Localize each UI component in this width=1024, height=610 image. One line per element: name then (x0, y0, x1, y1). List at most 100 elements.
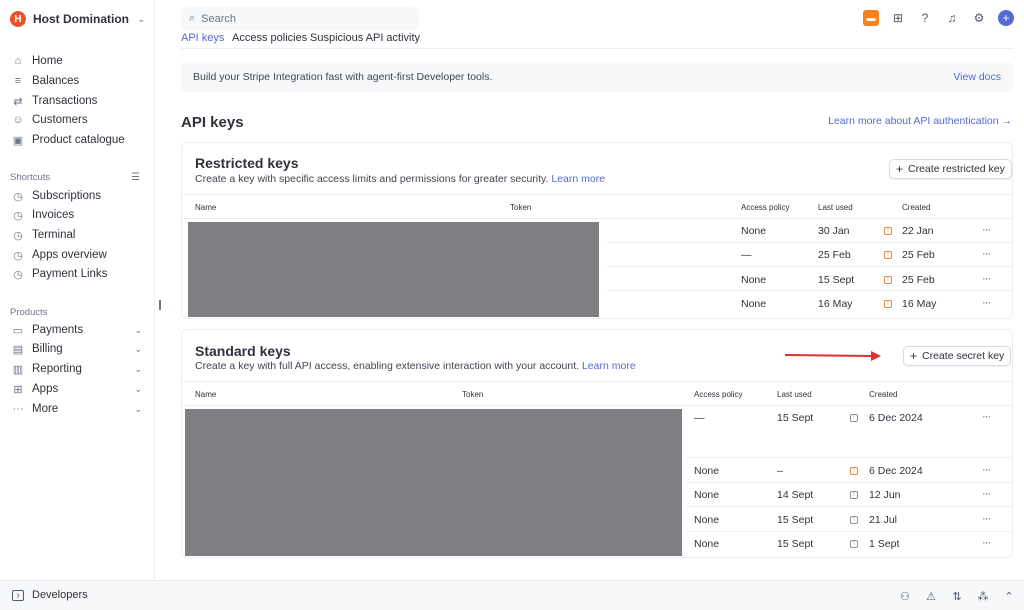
sidebar: H Host Domination ⌄ ⌂ Home ≡ Balances ⇄ … (0, 0, 155, 580)
sidebar-item-payments[interactable]: ▭ Payments ⌄ (12, 321, 142, 339)
developers-toggle[interactable]: › Developers (12, 589, 88, 601)
apps-grid-icon[interactable]: ⊞ (890, 10, 906, 26)
warning-triangle-icon[interactable]: ⚠ (924, 589, 938, 603)
divider (607, 290, 1012, 291)
tab-suspicious-api-activity[interactable]: Suspicious API activity (310, 32, 420, 44)
more-actions-icon[interactable]: ··· (982, 488, 991, 500)
bell-icon[interactable]: ♫ (944, 10, 960, 26)
more-actions-icon[interactable]: ··· (982, 273, 991, 285)
created-date: 6 Dec 2024 (869, 465, 923, 477)
divider (687, 531, 1012, 532)
tab-api-keys[interactable]: API keys (181, 32, 224, 44)
sidebar-item-billing[interactable]: ▤ Billing ⌄ (12, 340, 142, 358)
box-icon: ▣ (12, 134, 24, 147)
api-authentication-link[interactable]: Learn more about API authentication → (828, 115, 1012, 127)
redacted-key-data (188, 222, 599, 317)
restricted-keys-card: Restricted keys Create a key with specif… (181, 142, 1013, 319)
more-actions-icon[interactable]: ··· (982, 464, 991, 476)
divider (687, 506, 1012, 507)
more-actions-icon[interactable]: ··· (982, 537, 991, 549)
col-name: Name (195, 203, 217, 212)
sidebar-item-more[interactable]: ··· More ⌄ (12, 400, 143, 418)
account-switcher[interactable]: H Host Domination ⌄ (10, 9, 145, 29)
col-access-policy: Access policy (694, 390, 743, 399)
account-name: Host Domination (33, 12, 129, 26)
sidebar-item-home[interactable]: ⌂ Home (12, 52, 142, 70)
reporting-icon: ▥ (12, 363, 24, 376)
view-docs-link[interactable]: View docs (953, 71, 1001, 83)
created-date: 25 Feb (902, 274, 935, 286)
more-actions-icon[interactable]: ··· (982, 411, 991, 423)
col-name: Name (195, 390, 217, 399)
transactions-icon: ⇄ (13, 95, 23, 108)
chevron-down-icon: ⌄ (134, 324, 142, 335)
sidebar-item-payment-links[interactable]: ◷ Payment Links (12, 265, 142, 283)
standard-keys-title: Standard keys (195, 343, 291, 359)
clock-icon: ◷ (13, 209, 23, 222)
sidebar-item-label: Home (32, 55, 63, 67)
sidebar-item-balances[interactable]: ≡ Balances (12, 72, 142, 90)
gear-icon[interactable]: ⚙ (971, 10, 987, 26)
last-used: 15 Sept (777, 412, 814, 424)
col-token: Token (510, 203, 532, 212)
create-secret-key-button[interactable]: + Create secret key (903, 346, 1012, 366)
more-actions-icon[interactable]: ··· (982, 513, 991, 525)
sort-arrows-icon[interactable]: ⇅ (950, 589, 964, 603)
account-logo: H (10, 11, 26, 27)
sidebar-item-apps-overview[interactable]: ◷ Apps overview (12, 246, 142, 264)
divider (607, 266, 1012, 267)
search-placeholder: Search (201, 12, 237, 25)
webhooks-icon[interactable]: ⁂ (976, 589, 990, 603)
tab-access-policies[interactable]: Access policies (232, 32, 307, 44)
more-actions-icon[interactable]: ··· (982, 297, 991, 309)
chevron-down-icon: ⌄ (137, 13, 145, 24)
developer-tools-banner: Build your Stripe Integration fast with … (181, 62, 1013, 92)
button-label: Create secret key (922, 350, 1005, 362)
created-date: 22 Jan (902, 225, 934, 237)
page-title: API keys (181, 114, 244, 131)
divider (607, 242, 1012, 243)
divider (182, 405, 1012, 406)
created-date: 6 Dec 2024 (869, 412, 923, 424)
create-restricted-key-button[interactable]: + Create restricted key (889, 159, 1012, 179)
col-token: Token (462, 390, 484, 399)
clock-icon: ◷ (13, 229, 23, 242)
sidebar-item-label: Balances (32, 75, 80, 87)
last-used: 25 Feb (818, 249, 851, 261)
plus-icon[interactable]: + (998, 10, 1014, 26)
search-input[interactable]: ⌕ Search (181, 7, 419, 30)
more-actions-icon[interactable]: ··· (982, 224, 991, 236)
tab-bar: API keys Access policies Suspicious API … (181, 31, 1013, 49)
sidebar-item-customers[interactable]: ☺ Customers (12, 111, 142, 129)
help-icon[interactable]: ? (917, 10, 933, 26)
description-text: Create a key with full API access, enabl… (195, 360, 580, 372)
learn-more-link[interactable]: Learn more (582, 360, 636, 372)
sidebar-item-subscriptions[interactable]: ◷ Subscriptions (12, 187, 142, 205)
customers-icon: ☺ (12, 114, 24, 126)
access-policy: None (694, 465, 720, 477)
sidebar-resize-handle[interactable] (159, 300, 161, 310)
terminal-icon: › (12, 589, 24, 601)
learn-more-link[interactable]: Learn more (551, 173, 605, 185)
access-policy: — (694, 412, 705, 424)
sidebar-item-apps[interactable]: ⊞ Apps ⌄ (12, 380, 142, 398)
col-created: Created (902, 203, 931, 212)
binoculars-icon[interactable]: ⚇ (898, 589, 912, 603)
collapse-icon[interactable]: ⌃ (1002, 589, 1016, 603)
developers-label: Developers (32, 589, 88, 601)
chevron-down-icon: ⌄ (134, 363, 142, 374)
plus-icon: + (896, 162, 904, 176)
test-mode-icon[interactable]: ▬ (863, 10, 879, 26)
sidebar-item-invoices[interactable]: ◷ Invoices (12, 206, 142, 224)
access-policy: — (741, 249, 752, 261)
products-label: Products (10, 307, 140, 318)
sidebar-item-terminal[interactable]: ◷ Terminal (12, 226, 142, 244)
sidebar-item-reporting[interactable]: ▥ Reporting ⌄ (12, 360, 142, 378)
red-arrow-annotation (785, 351, 881, 361)
access-policy: None (694, 514, 720, 526)
more-actions-icon[interactable]: ··· (982, 248, 991, 260)
sidebar-item-transactions[interactable]: ⇄ Transactions (12, 92, 142, 110)
list-icon[interactable]: ☰ (131, 172, 140, 183)
col-last-used: Last used (777, 390, 812, 399)
sidebar-item-product-catalogue[interactable]: ▣ Product catalogue (12, 131, 142, 149)
